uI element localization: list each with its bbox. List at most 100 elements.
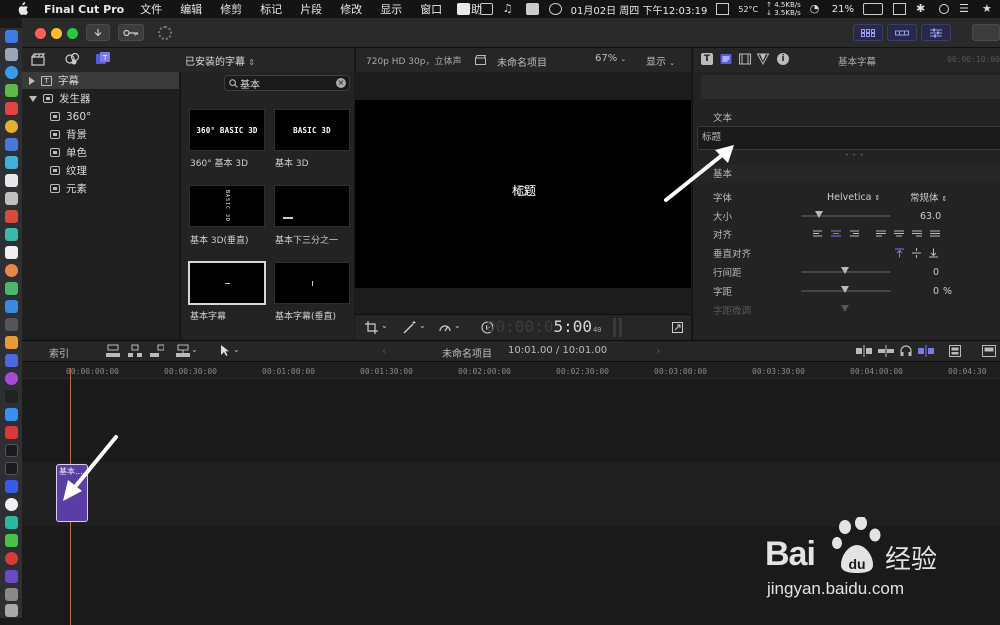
chevron-down-icon[interactable]: ⌄ xyxy=(454,321,461,330)
zoom-window-button[interactable] xyxy=(67,28,78,39)
cpu-monitor-icon[interactable] xyxy=(716,3,730,15)
chevron-down-icon[interactable]: ⌄ xyxy=(191,345,198,354)
app-icon-teal[interactable] xyxy=(5,228,18,241)
apple-logo-icon[interactable] xyxy=(15,2,29,16)
trash-icon[interactable] xyxy=(5,604,18,617)
append-clip-icon[interactable] xyxy=(150,344,164,358)
downloads-icon[interactable] xyxy=(5,588,18,601)
chrome-icon[interactable] xyxy=(5,120,18,133)
select-tool-icon[interactable] xyxy=(220,344,230,357)
history-back-icon[interactable]: ‹ xyxy=(382,344,386,357)
align-center-icon[interactable] xyxy=(831,230,841,238)
app-icon-gray[interactable] xyxy=(5,192,18,205)
disclosure-right-icon[interactable] xyxy=(29,76,35,85)
terminal-icon[interactable] xyxy=(5,444,18,457)
thumbnail-basic-title[interactable] xyxy=(188,261,266,305)
timeline-ruler[interactable]: 00:00:00:00 00:00:30:00 00:01:00:00 00:0… xyxy=(22,362,1000,379)
close-window-button[interactable] xyxy=(35,28,46,39)
justify-left-icon[interactable] xyxy=(876,230,886,238)
connect-clip-icon[interactable] xyxy=(106,344,120,358)
menu-edit[interactable]: 编辑 xyxy=(180,1,202,17)
share-button[interactable] xyxy=(972,24,1000,41)
viewer-canvas[interactable]: 标题 xyxy=(355,100,691,288)
clapper-icon[interactable] xyxy=(31,53,45,66)
viewer-timecode[interactable]: 00:00:0 5:00 40 xyxy=(486,317,601,337)
bullets-icon[interactable]: ☰ xyxy=(959,3,972,15)
sidebar-item-backgrounds[interactable]: 背景 xyxy=(22,126,179,143)
launchpad-icon[interactable] xyxy=(5,48,18,61)
finder-icon[interactable] xyxy=(5,30,18,43)
zoom-dropdown[interactable]: 67% ⌄ xyxy=(595,53,626,64)
thumbnail-basic-3d[interactable]: BASIC 3D xyxy=(274,109,350,151)
title-inspector-tab-icon[interactable] xyxy=(720,53,732,65)
sidebar-item-generators[interactable]: 发生器 xyxy=(22,90,179,107)
s-app-icon[interactable] xyxy=(456,3,470,15)
sidebar-item-elements[interactable]: 元素 xyxy=(22,180,179,197)
app-icon-green2[interactable] xyxy=(5,282,18,295)
audio-skimming-icon[interactable] xyxy=(878,345,894,357)
line-spacing-slider-knob[interactable] xyxy=(841,267,849,274)
search-icon[interactable] xyxy=(939,4,949,14)
background-tasks-icon[interactable] xyxy=(158,26,172,40)
show-browser-button[interactable] xyxy=(853,24,883,41)
wifi-icon[interactable]: ◔ xyxy=(810,3,823,15)
photos-icon[interactable] xyxy=(5,264,18,277)
menu-file[interactable]: 文件 xyxy=(140,1,162,17)
valign-middle-icon[interactable] xyxy=(912,248,921,258)
app-icon-teal2[interactable] xyxy=(5,516,18,529)
clear-search-icon[interactable]: × xyxy=(336,78,346,88)
fullscreen-icon[interactable] xyxy=(672,322,683,333)
app-icon-red2[interactable] xyxy=(5,210,18,223)
crop-icon[interactable] xyxy=(365,321,379,334)
justify-center-icon[interactable] xyxy=(894,230,904,238)
tracking-value[interactable]: 0 xyxy=(933,286,939,297)
valign-top-icon[interactable] xyxy=(895,248,904,258)
app-icon-red[interactable] xyxy=(5,102,18,115)
tracking-slider-knob[interactable] xyxy=(841,286,849,293)
sidebar-item-textures[interactable]: 纹理 xyxy=(22,162,179,179)
import-button[interactable] xyxy=(86,24,110,41)
color-inspector-tab-icon[interactable] xyxy=(757,53,769,65)
justify-right-icon[interactable] xyxy=(912,230,922,238)
sidebar-item-titles[interactable]: T 字幕 xyxy=(22,72,179,89)
size-slider-knob[interactable] xyxy=(815,211,823,218)
screen-icon[interactable] xyxy=(893,3,906,15)
kerning-slider-knob[interactable] xyxy=(841,305,849,312)
show-inspector-button[interactable] xyxy=(921,24,951,41)
sync-icon[interactable] xyxy=(548,3,562,15)
chevron-down-icon[interactable]: ⌄ xyxy=(233,345,240,354)
titles-generators-icon[interactable]: T xyxy=(95,51,111,67)
text-section-header[interactable]: 文本 xyxy=(693,108,1000,126)
menu-view[interactable]: 显示 xyxy=(380,1,402,17)
valign-bottom-icon[interactable] xyxy=(929,248,938,258)
thumbnail-basic-lower-third[interactable] xyxy=(274,185,350,227)
sidebar-item-solids[interactable]: 单色 xyxy=(22,144,179,161)
text-field[interactable]: 标题 xyxy=(697,126,1000,150)
app-icon-blue[interactable] xyxy=(5,138,18,151)
justify-full-icon[interactable] xyxy=(930,230,940,238)
activity-icon[interactable] xyxy=(5,462,18,475)
chevron-down-icon[interactable]: ⌄ xyxy=(419,321,426,330)
overwrite-clip-icon[interactable] xyxy=(176,344,190,358)
app-icon-blue2[interactable] xyxy=(5,300,18,313)
display-dropdown[interactable]: 显示 ⌄ xyxy=(646,53,675,68)
font-style-popup[interactable]: 常规体 ⇕ xyxy=(910,190,947,204)
fcp-dock-icon[interactable] xyxy=(5,570,18,583)
music-note-icon[interactable]: ♫ xyxy=(503,3,516,15)
sidebar-item-360[interactable]: 360° xyxy=(22,108,179,125)
menu-mark[interactable]: 标记 xyxy=(260,1,282,17)
app-icon-orange[interactable] xyxy=(5,336,18,349)
clip-appearance-icon[interactable] xyxy=(949,345,961,357)
show-timeline-button[interactable] xyxy=(887,24,917,41)
grid-app-icon[interactable] xyxy=(479,3,493,15)
align-right-icon[interactable] xyxy=(849,230,859,238)
resize-handle[interactable]: • • • xyxy=(845,152,864,159)
info-inspector-tab-icon[interactable]: i xyxy=(777,53,789,65)
netease-icon[interactable] xyxy=(5,552,18,565)
bluetooth-icon[interactable]: ✱ xyxy=(916,3,929,15)
index-button[interactable]: 索引 xyxy=(49,345,69,360)
menu-app-name[interactable]: Final Cut Pro xyxy=(44,3,124,16)
disclosure-down-icon[interactable] xyxy=(29,95,37,102)
skimming-icon[interactable] xyxy=(856,345,872,357)
video-inspector-tab-icon[interactable] xyxy=(739,53,751,65)
